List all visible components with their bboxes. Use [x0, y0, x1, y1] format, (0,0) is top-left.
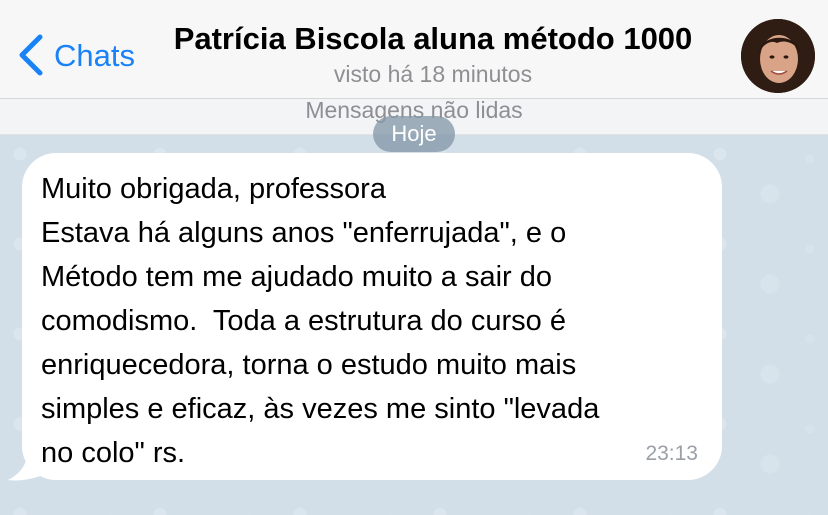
- last-seen-status: visto há 18 minutos: [333, 61, 533, 87]
- back-button[interactable]: Chats: [14, 30, 135, 80]
- navigation-bar: Chats Patrícia Biscola aluna método 1000…: [0, 0, 828, 99]
- contact-avatar[interactable]: [741, 19, 815, 93]
- back-label: Chats: [54, 37, 135, 73]
- message-bubble[interactable]: Muito obrigada, professora Estava há alg…: [22, 153, 722, 480]
- chevron-left-icon: [19, 34, 43, 76]
- avatar-portrait-icon: [741, 19, 815, 93]
- date-separator: Hoje: [373, 116, 455, 152]
- message-text: Muito obrigada, professora Estava há alg…: [41, 173, 600, 469]
- chat-title[interactable]: Patrícia Biscola aluna método 1000: [160, 20, 706, 57]
- message-timestamp: 23:13: [645, 442, 698, 465]
